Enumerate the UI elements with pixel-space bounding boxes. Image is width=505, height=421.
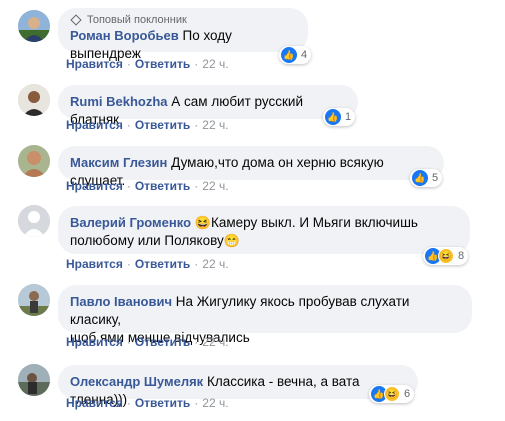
like-button[interactable]: Нравится <box>66 396 123 410</box>
timestamp[interactable]: 22 ч. <box>202 335 228 349</box>
like-button[interactable]: Нравится <box>66 335 123 349</box>
like-icon: 👍 <box>325 109 341 125</box>
comment-bubble: Максим Глезин Думаю,что дома он херню вс… <box>58 146 444 188</box>
timestamp[interactable]: 22 ч. <box>202 396 228 410</box>
avatar[interactable] <box>18 205 50 237</box>
comment-bubble: Павло Іванович На Жигулику якось пробува… <box>58 285 472 345</box>
like-button[interactable]: Нравится <box>66 57 123 71</box>
separator: · <box>126 335 131 349</box>
comment-actions: Нравится · Ответить · 22 ч. <box>66 118 229 132</box>
timestamp[interactable]: 22 ч. <box>202 118 228 132</box>
reply-button[interactable]: Ответить <box>135 118 190 132</box>
reaction-count: 6 <box>404 388 411 400</box>
reply-button[interactable]: Ответить <box>135 179 190 193</box>
reply-button[interactable]: Ответить <box>135 396 190 410</box>
author-name[interactable]: Валерий Громенко <box>70 215 191 230</box>
avatar[interactable] <box>18 364 50 396</box>
author-name[interactable]: Олександр Шумеляк <box>70 374 203 389</box>
avatar[interactable] <box>18 84 50 116</box>
separator: · <box>194 396 199 410</box>
avatar[interactable] <box>18 284 50 316</box>
separator: · <box>194 257 199 271</box>
separator: · <box>126 396 131 410</box>
comment-bubble: Rumi Bekhozha А сам любит русский блатня… <box>58 85 358 127</box>
separator: · <box>194 179 199 193</box>
comment-bubble: Валерий Громенко 😆Камеру выкл. И Мьяги в… <box>58 206 470 254</box>
avatar[interactable] <box>18 145 50 177</box>
reaction-count: 5 <box>432 172 439 184</box>
timestamp[interactable]: 22 ч. <box>202 257 228 271</box>
like-icon: 👍 <box>412 170 428 186</box>
reaction-count: 1 <box>345 111 352 123</box>
reaction-count: 8 <box>458 250 465 262</box>
reaction-summary[interactable]: 👍 5 <box>410 169 443 187</box>
reply-button[interactable]: Ответить <box>135 257 190 271</box>
emoji-laughing: 😆 <box>194 215 211 230</box>
author-name[interactable]: Rumi Bekhozha <box>70 94 168 109</box>
comment-text: полюбому или Полякову <box>70 233 224 248</box>
like-button[interactable]: Нравится <box>66 257 123 271</box>
comment-actions: Нравится · Ответить · 22 ч. <box>66 396 229 410</box>
reaction-summary[interactable]: 👍 1 <box>323 108 356 126</box>
separator: · <box>126 257 131 271</box>
separator: · <box>126 179 131 193</box>
top-fan-badge: Топовый поклонник <box>70 14 296 26</box>
like-icon: 👍 <box>281 47 297 63</box>
diamond-icon <box>70 14 82 26</box>
comment-actions: Нравится · Ответить · 22 ч. <box>66 257 229 271</box>
reaction-summary[interactable]: 👍 😆 8 <box>423 247 469 265</box>
separator: · <box>126 57 131 71</box>
timestamp[interactable]: 22 ч. <box>202 179 228 193</box>
author-name[interactable]: Роман Воробьев <box>70 28 179 43</box>
comment-actions: Нравится · Ответить · 22 ч. <box>66 335 229 349</box>
haha-icon: 😆 <box>384 386 400 402</box>
comment-actions: Нравится · Ответить · 22 ч. <box>66 179 229 193</box>
reaction-summary[interactable]: 👍 4 <box>279 46 312 64</box>
separator: · <box>194 118 199 132</box>
haha-icon: 😆 <box>438 248 454 264</box>
separator: · <box>194 57 199 71</box>
comment-bubble: Топовый поклонник Роман Воробьев По ходу… <box>58 8 308 61</box>
emoji-grin: 😁 <box>223 233 240 248</box>
author-name[interactable]: Павло Іванович <box>70 294 172 309</box>
author-name[interactable]: Максим Глезин <box>70 155 167 170</box>
timestamp[interactable]: 22 ч. <box>202 57 228 71</box>
separator: · <box>194 335 199 349</box>
avatar[interactable] <box>18 10 50 42</box>
separator: · <box>126 118 131 132</box>
comment-text: Камеру выкл. И Мьяги включишь <box>210 215 418 230</box>
reply-button[interactable]: Ответить <box>135 57 190 71</box>
reaction-count: 4 <box>301 49 308 61</box>
reaction-summary[interactable]: 👍 😆 6 <box>369 385 415 403</box>
badge-label: Топовый поклонник <box>87 14 187 26</box>
reply-button[interactable]: Ответить <box>135 335 190 349</box>
comment-bubble: Олександр Шумеляк Классика - вечна, а ва… <box>58 365 418 407</box>
like-button[interactable]: Нравится <box>66 179 123 193</box>
like-button[interactable]: Нравится <box>66 118 123 132</box>
comment-actions: Нравится · Ответить · 22 ч. <box>66 57 229 71</box>
